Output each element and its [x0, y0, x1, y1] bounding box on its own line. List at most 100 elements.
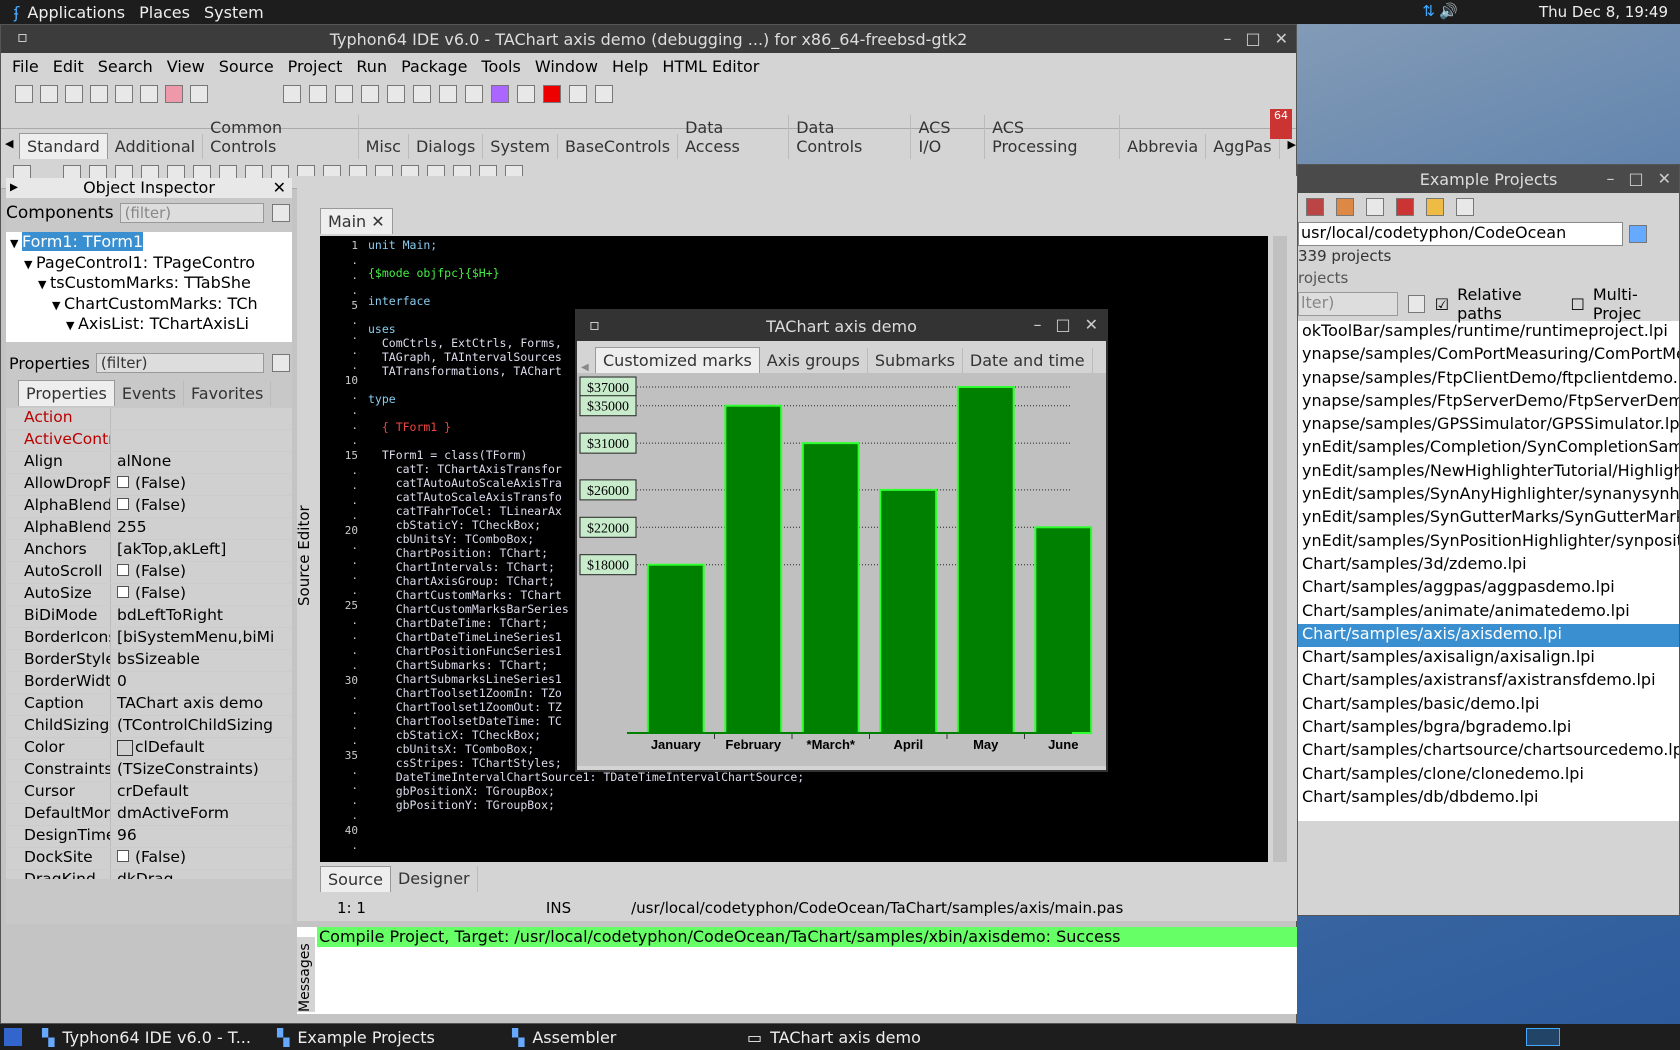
project-item[interactable]: Chart/samples/animate/animatedemo.lpi — [1298, 601, 1679, 624]
browse-folder-icon[interactable] — [1629, 225, 1647, 243]
project-item[interactable]: Chart/samples/basic/demo.lpi — [1298, 694, 1679, 717]
task-demo[interactable]: ▭ TAChart axis demo — [747, 1028, 962, 1047]
property-row[interactable]: BorderStyle bsSizeable — [6, 650, 292, 672]
inspector-close-icon[interactable]: ✕ — [273, 178, 286, 197]
project-item[interactable]: Chart/samples/db/dbdemo.lpi — [1298, 787, 1679, 810]
property-row[interactable]: BiDiMode bdLeftToRight — [6, 606, 292, 628]
code-line[interactable]: DateTimeIntervalChartSource1: TDateTimeI… — [368, 770, 1268, 784]
code-line[interactable]: {$mode objfpc}{$H+} — [368, 266, 1268, 280]
replace-icon[interactable] — [115, 85, 133, 103]
scroll-left-icon[interactable]: ◀ — [581, 362, 589, 373]
run-icon[interactable] — [165, 85, 183, 103]
demo-tab-axis-groups[interactable]: Axis groups — [760, 348, 868, 373]
debug-icon[interactable] — [190, 85, 208, 103]
property-row[interactable]: Anchors [akTop,akLeft] ▶ — [6, 182, 292, 562]
project-item[interactable]: okToolBar/samples/runtime/runtimeproject… — [1298, 321, 1679, 344]
demo-tab-customized-marks[interactable]: Customized marks — [595, 347, 760, 373]
menu-search[interactable]: Search — [91, 57, 160, 76]
projects-filter[interactable]: lter) — [1298, 292, 1398, 316]
expand-icon[interactable]: ▼ — [24, 258, 36, 271]
close-icon[interactable]: ✕ — [1658, 169, 1671, 188]
tab-designer[interactable]: Designer — [391, 866, 478, 892]
project-item[interactable]: Chart/samples/axisalign/axisalign.lpi — [1298, 647, 1679, 670]
inspector-tab-events[interactable]: Events — [115, 381, 185, 406]
checkbox-icon[interactable] — [117, 850, 129, 862]
property-row[interactable]: Caption TAChart axis demo — [6, 694, 292, 716]
property-row[interactable]: Constraints (TSizeConstraints) ▶ — [6, 182, 292, 782]
property-row[interactable]: AlphaBlend 255 — [6, 518, 292, 540]
code-line[interactable]: gbPositionY: TGroupBox; — [368, 798, 1268, 812]
network-icon[interactable]: ⇅ — [1422, 2, 1435, 20]
palette-tab-misc[interactable]: Misc — [359, 134, 409, 159]
project-item[interactable]: ynapse/samples/FtpClientDemo/ftpclientde… — [1298, 368, 1679, 391]
property-value[interactable]: alNone — [110, 452, 292, 473]
property-row[interactable]: AutoSize (False) — [6, 584, 292, 606]
project-item[interactable]: ynEdit/samples/SynPositionHighlighter/sy… — [1298, 531, 1679, 554]
property-value[interactable] — [110, 408, 292, 429]
property-row[interactable]: DockSite (False) — [6, 848, 292, 870]
property-value[interactable]: (False) — [110, 562, 292, 583]
path-field[interactable]: usr/local/codetyphon/CodeOcean — [1298, 222, 1623, 246]
open-icon[interactable] — [1366, 198, 1384, 216]
volume-icon[interactable]: 🔊 — [1439, 2, 1458, 20]
property-row[interactable]: Action — [6, 408, 292, 430]
project-item[interactable]: ynEdit/samples/NewHighlighterTutorial/Hi… — [1298, 461, 1679, 484]
clear-filter-icon[interactable] — [1407, 295, 1425, 313]
menu-help[interactable]: Help — [605, 57, 655, 76]
menu-source[interactable]: Source — [212, 57, 281, 76]
projects-titlebar[interactable]: Example Projects – □ ✕ — [1298, 165, 1679, 193]
palette-tab-acs-processing[interactable]: ACS Processing — [985, 115, 1121, 159]
task-assembler[interactable]: ▚ Assembler — [512, 1028, 727, 1047]
close-icon[interactable]: ✕ — [1085, 315, 1098, 334]
property-row[interactable]: Cursor crDefault — [6, 782, 292, 804]
minimize-icon[interactable]: – — [1606, 169, 1614, 188]
property-value[interactable]: clDefault — [110, 738, 292, 759]
palette-tab-system[interactable]: System — [483, 134, 558, 159]
cut-icon[interactable] — [439, 85, 457, 103]
property-value[interactable]: 96 — [110, 826, 292, 847]
minimize-icon[interactable]: – — [1223, 29, 1231, 48]
expand-icon[interactable]: ▼ — [52, 299, 64, 312]
code-line[interactable]: unit Main; — [368, 238, 1268, 252]
property-row[interactable]: AutoScroll (False) — [6, 562, 292, 584]
workspace-switcher[interactable] — [1526, 1028, 1560, 1046]
code-line[interactable] — [368, 280, 1268, 294]
property-value[interactable] — [110, 430, 292, 451]
menu-tools[interactable]: Tools — [474, 57, 527, 76]
checkbox-icon[interactable] — [117, 564, 129, 576]
property-row[interactable]: DefaultMoni dmActiveForm — [6, 804, 292, 826]
menu-package[interactable]: Package — [394, 57, 474, 76]
tree-node[interactable]: ▼ tsCustomMarks: TTabShe — [6, 273, 292, 294]
menu-window[interactable]: Window — [528, 57, 605, 76]
checkbox-icon[interactable] — [117, 476, 129, 488]
property-row[interactable]: AlphaBlend (False) — [6, 496, 292, 518]
property-value[interactable]: (False) — [110, 584, 292, 605]
tree-node[interactable]: ▼ PageControl1: TPageContro — [6, 253, 292, 274]
task-ide[interactable]: ▚ Typhon64 IDE v6.0 - T... — [42, 1028, 257, 1047]
compile-message[interactable]: Compile Project, Target: /usr/local/code… — [317, 927, 1297, 947]
property-row[interactable]: BorderIcons [biSystemMenu,biMi ▶ — [6, 182, 292, 650]
property-row[interactable]: DragKind dkDrag — [6, 870, 292, 879]
task-example-projects[interactable]: ▚ Example Projects — [277, 1028, 492, 1047]
tree-node[interactable]: ▼ ChartCustomMarks: TCh — [6, 294, 292, 315]
zoom-icon[interactable] — [140, 85, 158, 103]
menu-applications[interactable]: Applications — [27, 3, 125, 22]
palette-tab-aggpas[interactable]: AggPas — [1206, 134, 1280, 159]
ide-titlebar[interactable]: ▫ Typhon64 IDE v6.0 - TAChart axis demo … — [1, 25, 1296, 53]
palette-tab-data-controls[interactable]: Data Controls — [789, 115, 912, 159]
multi-checkbox[interactable]: ☐ — [1571, 295, 1585, 314]
property-value[interactable]: TAChart axis demo — [110, 694, 292, 715]
editor-scrollbar[interactable] — [1273, 236, 1287, 862]
save-all-icon[interactable] — [283, 85, 301, 103]
property-value[interactable]: [biSystemMenu,biMi — [110, 628, 292, 649]
project-item[interactable]: Chart/samples/bgra/bgrademo.lpi — [1298, 717, 1679, 740]
compile-icon[interactable] — [335, 85, 353, 103]
property-value[interactable]: (False) — [110, 474, 292, 495]
play-icon[interactable] — [491, 85, 509, 103]
property-value[interactable]: [akTop,akLeft] — [110, 540, 292, 561]
inspector-tab-properties[interactable]: Properties — [18, 380, 115, 406]
menu-places[interactable]: Places — [139, 3, 190, 22]
form-icon[interactable] — [387, 85, 405, 103]
checkbox-icon[interactable] — [117, 498, 129, 510]
property-row[interactable]: DesignTime 96 — [6, 826, 292, 848]
